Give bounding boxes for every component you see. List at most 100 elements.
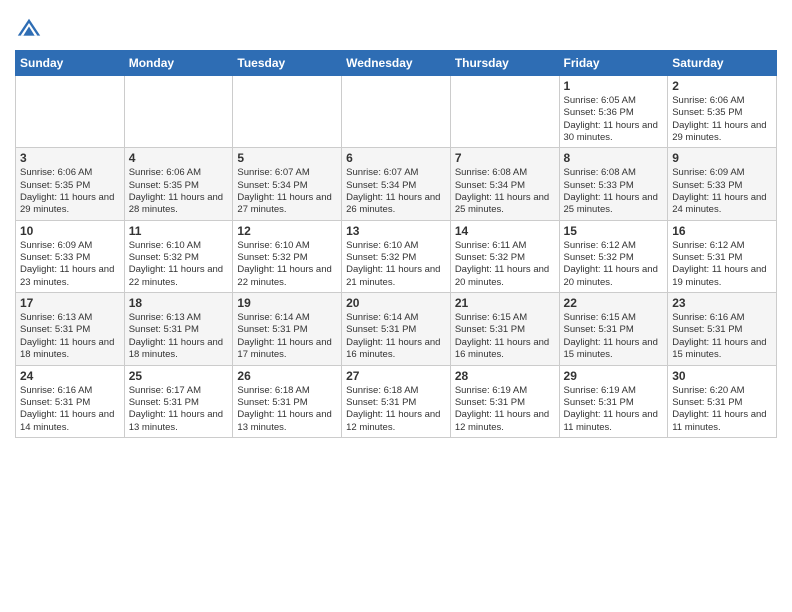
day-number: 24 (20, 369, 120, 383)
calendar-cell: 17Sunrise: 6:13 AM Sunset: 5:31 PM Dayli… (16, 293, 125, 365)
day-number: 5 (237, 151, 337, 165)
calendar-cell: 24 Sunrise: 6:16 AM Sunset: 5:31 PM Dayli… (16, 365, 125, 437)
calendar-cell: 2 Sunrise: 6:06 AM Sunset: 5:35 PM Daylig… (668, 76, 777, 148)
day-info: Sunrise: 6:19 AM Sunset: 5:31 PM Dayligh… (455, 385, 555, 434)
calendar-cell: 29 Sunrise: 6:19 AM Sunset: 5:31 PM Dayli… (559, 365, 668, 437)
weekday-row: SundayMondayTuesdayWednesdayThursdayFrid… (16, 51, 777, 76)
day-number: 22 (564, 296, 664, 310)
calendar-cell: 4 Sunrise: 6:06 AM Sunset: 5:35 PM Daylig… (124, 148, 233, 220)
day-info: Sunrise: 6:15 AM Sunset: 5:31 PM Dayligh… (564, 312, 664, 361)
day-info: Sunrise: 6:10 AM Sunset: 5:32 PM Dayligh… (346, 240, 446, 289)
calendar-cell: 26Sunrise: 6:18 AM Sunset: 5:31 PM Dayli… (233, 365, 342, 437)
day-number: 1 (564, 79, 664, 93)
day-info: Sunrise: 6:14 AM Sunset: 5:31 PM Dayligh… (346, 312, 446, 361)
day-number: 16 (672, 224, 772, 238)
day-number: 19 (237, 296, 337, 310)
day-number: 6 (346, 151, 446, 165)
calendar-cell: 22 Sunrise: 6:15 AM Sunset: 5:31 PM Dayli… (559, 293, 668, 365)
calendar-cell (124, 76, 233, 148)
calendar-cell (342, 76, 451, 148)
day-info: Sunrise: 6:19 AM Sunset: 5:31 PM Dayligh… (564, 385, 664, 434)
weekday-header-friday: Friday (559, 51, 668, 76)
weekday-header-tuesday: Tuesday (233, 51, 342, 76)
calendar-cell: 16 Sunrise: 6:12 AM Sunset: 5:31 PM Dayli… (668, 220, 777, 292)
calendar-cell (233, 76, 342, 148)
day-number: 21 (455, 296, 555, 310)
calendar-cell: 10Sunrise: 6:09 AM Sunset: 5:33 PM Dayli… (16, 220, 125, 292)
calendar-week-2: 3 Sunrise: 6:06 AM Sunset: 5:35 PM Daylig… (16, 148, 777, 220)
day-info: Sunrise: 6:06 AM Sunset: 5:35 PM Dayligh… (129, 167, 229, 216)
day-info: Sunrise: 6:08 AM Sunset: 5:33 PM Dayligh… (564, 167, 664, 216)
day-number: 13 (346, 224, 446, 238)
calendar-week-3: 10Sunrise: 6:09 AM Sunset: 5:33 PM Dayli… (16, 220, 777, 292)
day-number: 11 (129, 224, 229, 238)
day-info: Sunrise: 6:07 AM Sunset: 5:34 PM Dayligh… (237, 167, 337, 216)
day-info: Sunrise: 6:11 AM Sunset: 5:32 PM Dayligh… (455, 240, 555, 289)
calendar-week-1: 1 Sunrise: 6:05 AM Sunset: 5:36 PM Daylig… (16, 76, 777, 148)
day-number: 9 (672, 151, 772, 165)
day-number: 7 (455, 151, 555, 165)
day-number: 14 (455, 224, 555, 238)
weekday-header-monday: Monday (124, 51, 233, 76)
weekday-header-thursday: Thursday (450, 51, 559, 76)
day-info: Sunrise: 6:15 AM Sunset: 5:31 PM Dayligh… (455, 312, 555, 361)
day-number: 4 (129, 151, 229, 165)
day-info: Sunrise: 6:12 AM Sunset: 5:31 PM Dayligh… (672, 240, 772, 289)
weekday-header-sunday: Sunday (16, 51, 125, 76)
calendar-cell: 18Sunrise: 6:13 AM Sunset: 5:31 PM Dayli… (124, 293, 233, 365)
day-info: Sunrise: 6:06 AM Sunset: 5:35 PM Dayligh… (672, 95, 772, 144)
calendar-week-5: 24 Sunrise: 6:16 AM Sunset: 5:31 PM Dayli… (16, 365, 777, 437)
day-number: 30 (672, 369, 772, 383)
calendar-cell: 25Sunrise: 6:17 AM Sunset: 5:31 PM Dayli… (124, 365, 233, 437)
day-info: Sunrise: 6:12 AM Sunset: 5:32 PM Dayligh… (564, 240, 664, 289)
day-number: 20 (346, 296, 446, 310)
calendar-cell: 14 Sunrise: 6:11 AM Sunset: 5:32 PM Dayli… (450, 220, 559, 292)
calendar-cell: 5 Sunrise: 6:07 AM Sunset: 5:34 PM Daylig… (233, 148, 342, 220)
calendar-cell: 7Sunrise: 6:08 AM Sunset: 5:34 PM Daylig… (450, 148, 559, 220)
calendar-week-4: 17Sunrise: 6:13 AM Sunset: 5:31 PM Dayli… (16, 293, 777, 365)
day-info: Sunrise: 6:17 AM Sunset: 5:31 PM Dayligh… (129, 385, 229, 434)
weekday-header-wednesday: Wednesday (342, 51, 451, 76)
calendar-cell (450, 76, 559, 148)
calendar-cell: 12 Sunrise: 6:10 AM Sunset: 5:32 PM Dayli… (233, 220, 342, 292)
day-number: 8 (564, 151, 664, 165)
day-info: Sunrise: 6:06 AM Sunset: 5:35 PM Dayligh… (20, 167, 120, 216)
day-info: Sunrise: 6:16 AM Sunset: 5:31 PM Dayligh… (20, 385, 120, 434)
calendar-cell: 19 Sunrise: 6:14 AM Sunset: 5:31 PM Dayli… (233, 293, 342, 365)
calendar-cell: 8 Sunrise: 6:08 AM Sunset: 5:33 PM Daylig… (559, 148, 668, 220)
day-info: Sunrise: 6:18 AM Sunset: 5:31 PM Dayligh… (237, 385, 337, 434)
day-number: 23 (672, 296, 772, 310)
day-info: Sunrise: 6:09 AM Sunset: 5:33 PM Dayligh… (672, 167, 772, 216)
day-number: 29 (564, 369, 664, 383)
day-info: Sunrise: 6:05 AM Sunset: 5:36 PM Dayligh… (564, 95, 664, 144)
day-info: Sunrise: 6:10 AM Sunset: 5:32 PM Dayligh… (237, 240, 337, 289)
day-info: Sunrise: 6:18 AM Sunset: 5:31 PM Dayligh… (346, 385, 446, 434)
calendar-cell: 20 Sunrise: 6:14 AM Sunset: 5:31 PM Dayli… (342, 293, 451, 365)
day-number: 3 (20, 151, 120, 165)
weekday-header-saturday: Saturday (668, 51, 777, 76)
calendar-cell: 11 Sunrise: 6:10 AM Sunset: 5:32 PM Dayli… (124, 220, 233, 292)
day-info: Sunrise: 6:14 AM Sunset: 5:31 PM Dayligh… (237, 312, 337, 361)
day-number: 15 (564, 224, 664, 238)
calendar-cell: 23 Sunrise: 6:16 AM Sunset: 5:31 PM Dayli… (668, 293, 777, 365)
day-number: 2 (672, 79, 772, 93)
day-info: Sunrise: 6:13 AM Sunset: 5:31 PM Dayligh… (20, 312, 120, 361)
day-number: 27 (346, 369, 446, 383)
calendar-cell: 21 Sunrise: 6:15 AM Sunset: 5:31 PM Dayli… (450, 293, 559, 365)
day-info: Sunrise: 6:16 AM Sunset: 5:31 PM Dayligh… (672, 312, 772, 361)
calendar-cell: 6 Sunrise: 6:07 AM Sunset: 5:34 PM Daylig… (342, 148, 451, 220)
day-info: Sunrise: 6:13 AM Sunset: 5:31 PM Dayligh… (129, 312, 229, 361)
calendar-header: SundayMondayTuesdayWednesdayThursdayFrid… (16, 51, 777, 76)
day-number: 28 (455, 369, 555, 383)
calendar-table: SundayMondayTuesdayWednesdayThursdayFrid… (15, 50, 777, 438)
day-info: Sunrise: 6:10 AM Sunset: 5:32 PM Dayligh… (129, 240, 229, 289)
calendar-cell: 1 Sunrise: 6:05 AM Sunset: 5:36 PM Daylig… (559, 76, 668, 148)
calendar-cell: 13 Sunrise: 6:10 AM Sunset: 5:32 PM Dayli… (342, 220, 451, 292)
day-number: 12 (237, 224, 337, 238)
calendar-cell: 27 Sunrise: 6:18 AM Sunset: 5:31 PM Dayli… (342, 365, 451, 437)
day-number: 10 (20, 224, 120, 238)
calendar-cell: 28 Sunrise: 6:19 AM Sunset: 5:31 PM Dayli… (450, 365, 559, 437)
day-info: Sunrise: 6:07 AM Sunset: 5:34 PM Dayligh… (346, 167, 446, 216)
logo-icon (15, 16, 43, 44)
calendar-cell (16, 76, 125, 148)
